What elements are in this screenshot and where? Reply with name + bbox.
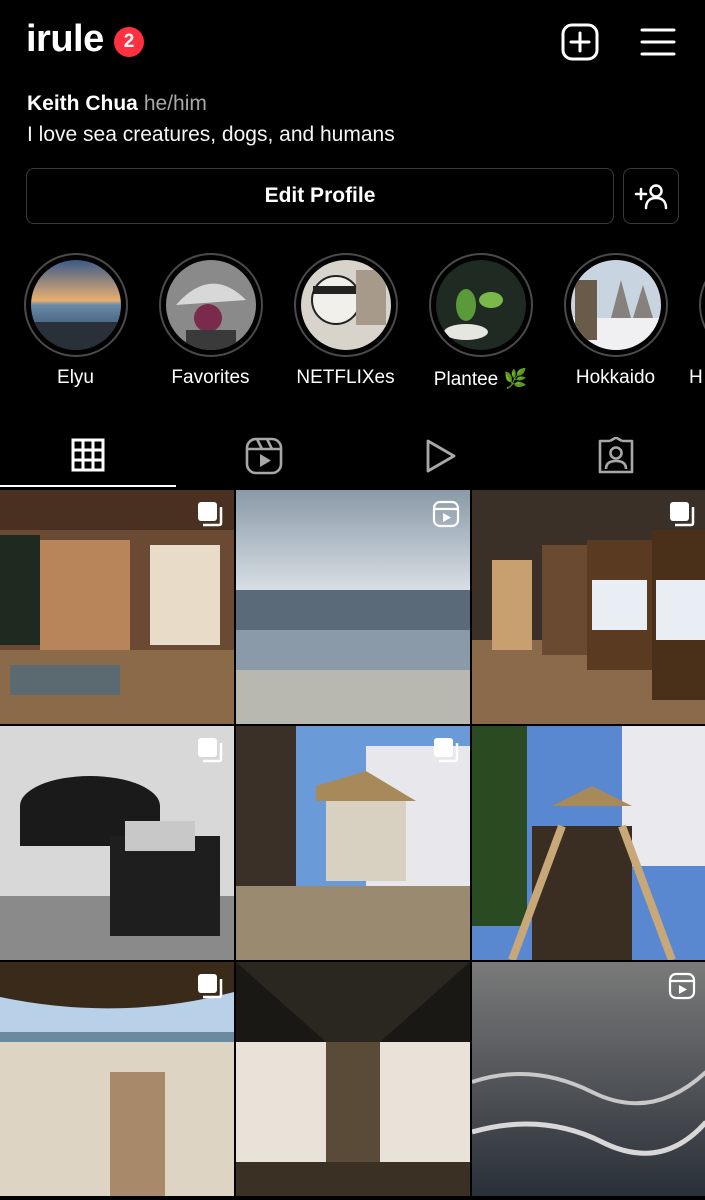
tab-video[interactable] (352, 425, 528, 487)
highlight-thumbnail (300, 260, 391, 350)
highlight-ring (428, 253, 533, 357)
highlight-thumbnail (30, 260, 121, 350)
highlight-label: H (689, 367, 703, 388)
tab-tagged[interactable] (528, 425, 704, 487)
tab-grid[interactable] (0, 425, 176, 487)
highlight-thumbnail (435, 260, 526, 350)
plus-square-icon[interactable] (560, 22, 600, 62)
post-thumbnail[interactable] (472, 490, 705, 724)
post-thumbnail[interactable] (0, 962, 234, 1196)
tab-reels[interactable] (176, 425, 352, 487)
highlight-item[interactable]: Plantee 🌿 (413, 253, 548, 391)
profile-name-line: Keith Chua he/him (27, 92, 207, 116)
highlight-label: Elyu (57, 367, 94, 388)
highlight-label: Favorites (171, 367, 250, 388)
highlight-ring (23, 253, 128, 357)
highlight-item[interactable]: H (683, 253, 705, 389)
highlight-thumbnail (570, 260, 661, 350)
highlight-item[interactable]: Elyu (8, 253, 143, 389)
carousel-icon (670, 502, 695, 527)
add-person-icon (634, 184, 668, 210)
highlight-ring (158, 253, 263, 357)
post-thumbnail[interactable] (236, 962, 470, 1196)
highlight-item[interactable]: Hokkaido (548, 253, 683, 389)
reel-icon (668, 972, 696, 1000)
discover-people-button[interactable] (623, 168, 679, 224)
highlight-item[interactable]: NETFLIXes (278, 253, 413, 389)
highlight-item[interactable]: Favorites (143, 253, 278, 389)
profile-bio: I love sea creatures, dogs, and humans (27, 123, 395, 146)
top-bar: irule 2 (0, 0, 705, 84)
grid-icon (71, 438, 105, 472)
account-username[interactable]: irule (26, 18, 104, 61)
profile-tabs (0, 425, 705, 487)
highlight-ring (293, 253, 398, 357)
notification-badge[interactable]: 2 (114, 27, 144, 57)
tagged-person-icon (598, 437, 634, 474)
carousel-icon (434, 738, 459, 763)
profile-name: Keith Chua (27, 92, 138, 115)
carousel-icon (198, 738, 223, 763)
profile-pronouns: he/him (143, 92, 207, 115)
highlight-label: Plantee 🌿 (433, 369, 528, 390)
carousel-icon (198, 974, 223, 999)
reel-icon (432, 500, 460, 528)
hamburger-menu-icon[interactable] (638, 22, 678, 62)
post-thumbnail[interactable] (472, 962, 705, 1196)
post-thumbnail[interactable] (0, 490, 234, 724)
highlight-thumbnail (165, 260, 256, 350)
highlight-ring (698, 253, 705, 357)
highlight-label: NETFLIXes (296, 367, 395, 388)
highlight-label: Hokkaido (575, 367, 656, 388)
carousel-icon (198, 502, 223, 527)
post-thumbnail[interactable] (236, 726, 470, 960)
post-thumbnail[interactable] (0, 726, 234, 960)
highlight-ring (563, 253, 668, 357)
post-thumbnail[interactable] (236, 490, 470, 724)
play-icon (426, 439, 456, 473)
story-highlights-row: Elyu Favorites NETFLIXes Plantee 🌿 Hokka… (0, 253, 705, 393)
post-thumbnail[interactable] (472, 726, 705, 960)
edit-profile-button[interactable]: Edit Profile (26, 168, 614, 224)
reels-icon (245, 437, 283, 475)
